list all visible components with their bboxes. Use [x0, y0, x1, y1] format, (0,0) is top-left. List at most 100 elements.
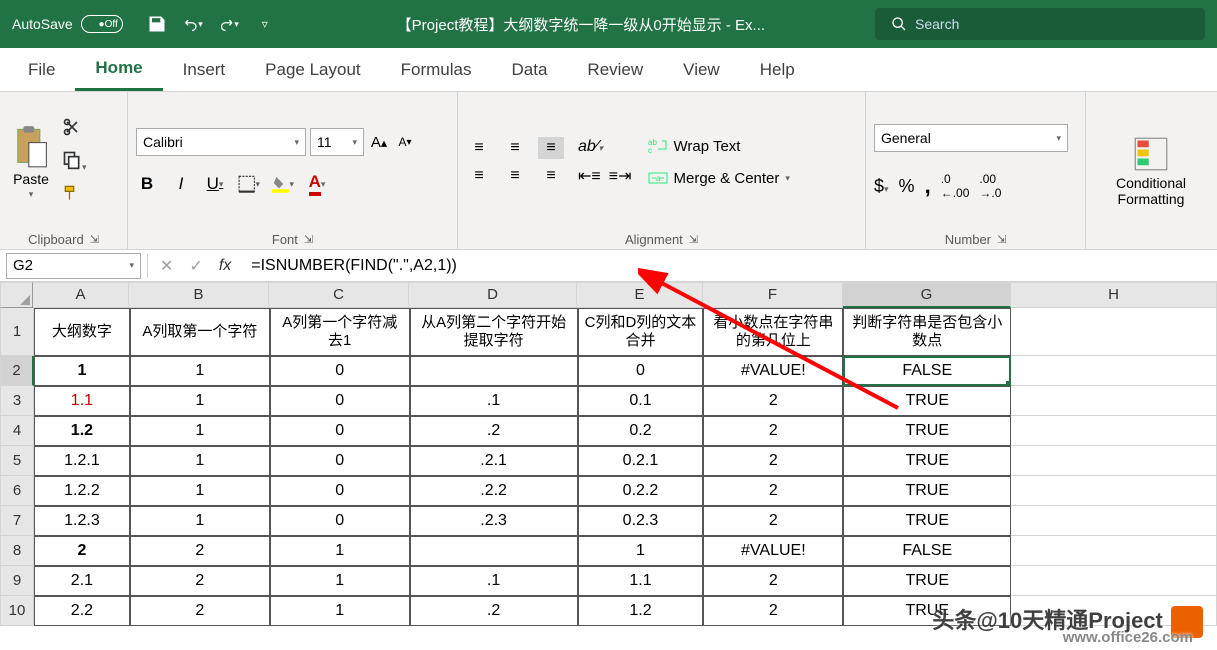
qat-customize-icon[interactable]: ▿ [255, 14, 275, 34]
tab-home[interactable]: Home [75, 48, 162, 91]
cell[interactable]: 0 [270, 446, 410, 476]
tab-formulas[interactable]: Formulas [381, 48, 492, 91]
cell[interactable]: 1.1 [34, 386, 130, 416]
column-header-H[interactable]: H [1011, 282, 1217, 308]
cell[interactable] [1011, 386, 1217, 416]
cancel-formula-icon[interactable]: ✕ [160, 256, 173, 276]
cell[interactable]: 1 [130, 446, 270, 476]
decrease-decimal-icon[interactable]: .00→.0 [979, 172, 1001, 200]
font-size-select[interactable]: 11▾ [310, 128, 364, 156]
cell[interactable]: 1 [130, 356, 270, 386]
cell[interactable]: TRUE [843, 566, 1011, 596]
cell[interactable]: TRUE [843, 416, 1011, 446]
align-right-icon[interactable]: ≡ [538, 165, 564, 187]
enter-formula-icon[interactable]: ✓ [189, 256, 202, 276]
cell[interactable]: FALSE [843, 536, 1011, 566]
cell[interactable]: 1.1 [578, 566, 704, 596]
row-header-8[interactable]: 8 [0, 536, 34, 566]
increase-decimal-icon[interactable]: .0←.00 [941, 172, 970, 200]
cell[interactable]: 2 [703, 446, 843, 476]
cell[interactable]: 1 [270, 596, 410, 626]
row-header-7[interactable]: 7 [0, 506, 34, 536]
row-header-1[interactable]: 1 [0, 308, 34, 356]
format-painter-icon[interactable] [62, 183, 87, 208]
cell[interactable]: 0 [270, 386, 410, 416]
cell[interactable]: 1.2.1 [34, 446, 130, 476]
cell[interactable]: 0.2 [578, 416, 704, 446]
cell[interactable]: 1.2 [578, 596, 704, 626]
decrease-font-icon[interactable]: A▾ [394, 130, 416, 154]
currency-icon[interactable]: $▾ [874, 176, 889, 197]
align-center-icon[interactable]: ≡ [502, 165, 528, 187]
cell[interactable]: 2 [130, 566, 270, 596]
row-header-3[interactable]: 3 [0, 386, 34, 416]
number-launcher-icon[interactable]: ⇲ [997, 233, 1006, 246]
merge-center-button[interactable]: a Merge & Center ▾ [644, 167, 794, 189]
row-header-6[interactable]: 6 [0, 476, 34, 506]
tab-data[interactable]: Data [492, 48, 568, 91]
cell[interactable]: .1 [410, 566, 578, 596]
align-left-icon[interactable]: ≡ [466, 165, 492, 187]
orientation-icon[interactable]: ab⁄▾ [578, 138, 632, 156]
cell[interactable]: .2 [410, 596, 578, 626]
cell[interactable] [1011, 506, 1217, 536]
comma-icon[interactable]: , [925, 173, 931, 199]
font-color-icon[interactable]: A▾ [306, 172, 328, 196]
column-header-C[interactable]: C [269, 282, 409, 308]
tab-file[interactable]: File [8, 48, 75, 91]
row-header-9[interactable]: 9 [0, 566, 34, 596]
autosave-toggle[interactable]: AutoSave ●Off [0, 15, 135, 33]
increase-indent-icon[interactable]: ≡⇥ [609, 166, 632, 186]
cell[interactable]: 0.2.3 [578, 506, 704, 536]
redo-icon[interactable]: ▾ [219, 14, 239, 34]
conditional-formatting-icon[interactable] [1133, 136, 1169, 172]
cell[interactable]: .2 [410, 416, 578, 446]
cell[interactable] [1011, 566, 1217, 596]
undo-icon[interactable]: ▾ [183, 14, 203, 34]
cell[interactable]: TRUE [843, 506, 1011, 536]
cell[interactable]: 1 [130, 506, 270, 536]
cell[interactable]: 2 [703, 566, 843, 596]
align-bottom-icon[interactable]: ≡ [538, 137, 564, 159]
cell[interactable]: 1 [270, 566, 410, 596]
tab-view[interactable]: View [663, 48, 740, 91]
cell[interactable]: 1.2 [34, 416, 130, 446]
align-middle-icon[interactable]: ≡ [502, 137, 528, 159]
cell[interactable]: 0 [270, 506, 410, 536]
row-header-2[interactable]: 2 [0, 356, 34, 386]
cut-icon[interactable] [62, 117, 87, 142]
cell[interactable]: 1 [130, 386, 270, 416]
cell[interactable]: TRUE [843, 446, 1011, 476]
cell[interactable]: 2 [130, 536, 270, 566]
row-header-10[interactable]: 10 [0, 596, 34, 626]
cell[interactable] [1011, 446, 1217, 476]
cell[interactable]: 1 [130, 476, 270, 506]
cell[interactable]: 2 [703, 416, 843, 446]
cell[interactable]: 1 [130, 416, 270, 446]
cell[interactable]: 2 [130, 596, 270, 626]
number-format-select[interactable]: General▾ [874, 124, 1068, 152]
cell[interactable]: .2.3 [410, 506, 578, 536]
tab-page-layout[interactable]: Page Layout [245, 48, 380, 91]
cell[interactable]: 2 [703, 476, 843, 506]
column-header-A[interactable]: A [33, 282, 129, 308]
cell[interactable]: 0.2.2 [578, 476, 704, 506]
cell[interactable]: 1.2.3 [34, 506, 130, 536]
cell[interactable] [1011, 536, 1217, 566]
cell[interactable]: 2.2 [34, 596, 130, 626]
increase-font-icon[interactable]: A▴ [368, 130, 390, 154]
font-name-select[interactable]: Calibri▾ [136, 128, 306, 156]
decrease-indent-icon[interactable]: ⇤≡ [578, 166, 601, 186]
header-cell[interactable]: 从A列第二个字符开始提取字符 [410, 308, 578, 356]
paste-button[interactable]: Paste ▾ [8, 121, 54, 204]
cell[interactable]: 2 [703, 596, 843, 626]
copy-icon[interactable]: ▾ [62, 150, 87, 175]
tab-review[interactable]: Review [567, 48, 663, 91]
borders-icon[interactable]: ▾ [238, 172, 260, 196]
align-top-icon[interactable]: ≡ [466, 137, 492, 159]
select-all-corner[interactable] [0, 282, 33, 308]
cell[interactable]: 1 [270, 536, 410, 566]
cell[interactable]: TRUE [843, 476, 1011, 506]
cell[interactable]: .2.2 [410, 476, 578, 506]
cell[interactable] [1011, 308, 1217, 356]
